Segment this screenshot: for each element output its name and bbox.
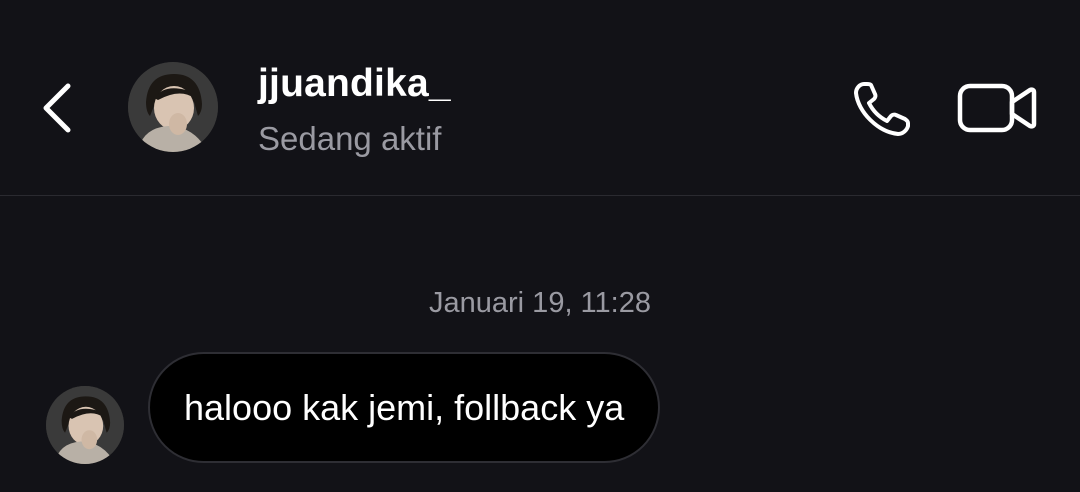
profile-photo: [128, 62, 218, 152]
chat-username[interactable]: jjuandika_: [258, 62, 451, 106]
message-bubble[interactable]: halooo kak jemi, follback ya: [148, 352, 661, 463]
header-avatar[interactable]: [128, 62, 218, 152]
video-call-button[interactable]: [956, 80, 1038, 136]
message-sender-avatar[interactable]: [46, 386, 124, 464]
chevron-left-icon: [43, 83, 71, 133]
voice-call-button[interactable]: [850, 78, 914, 138]
back-button[interactable]: [38, 80, 82, 136]
active-status: Sedang aktif: [258, 120, 442, 157]
phone-icon: [854, 82, 910, 136]
profile-photo: [46, 386, 124, 464]
message-timestamp: Januari 19, 11:28: [429, 287, 651, 319]
chat-screen: jjuandika_ Sedang aktif Januari 19, 11:2…: [0, 0, 1080, 492]
video-camera-icon: [957, 83, 1037, 133]
chat-header: jjuandika_ Sedang aktif: [0, 0, 1080, 196]
